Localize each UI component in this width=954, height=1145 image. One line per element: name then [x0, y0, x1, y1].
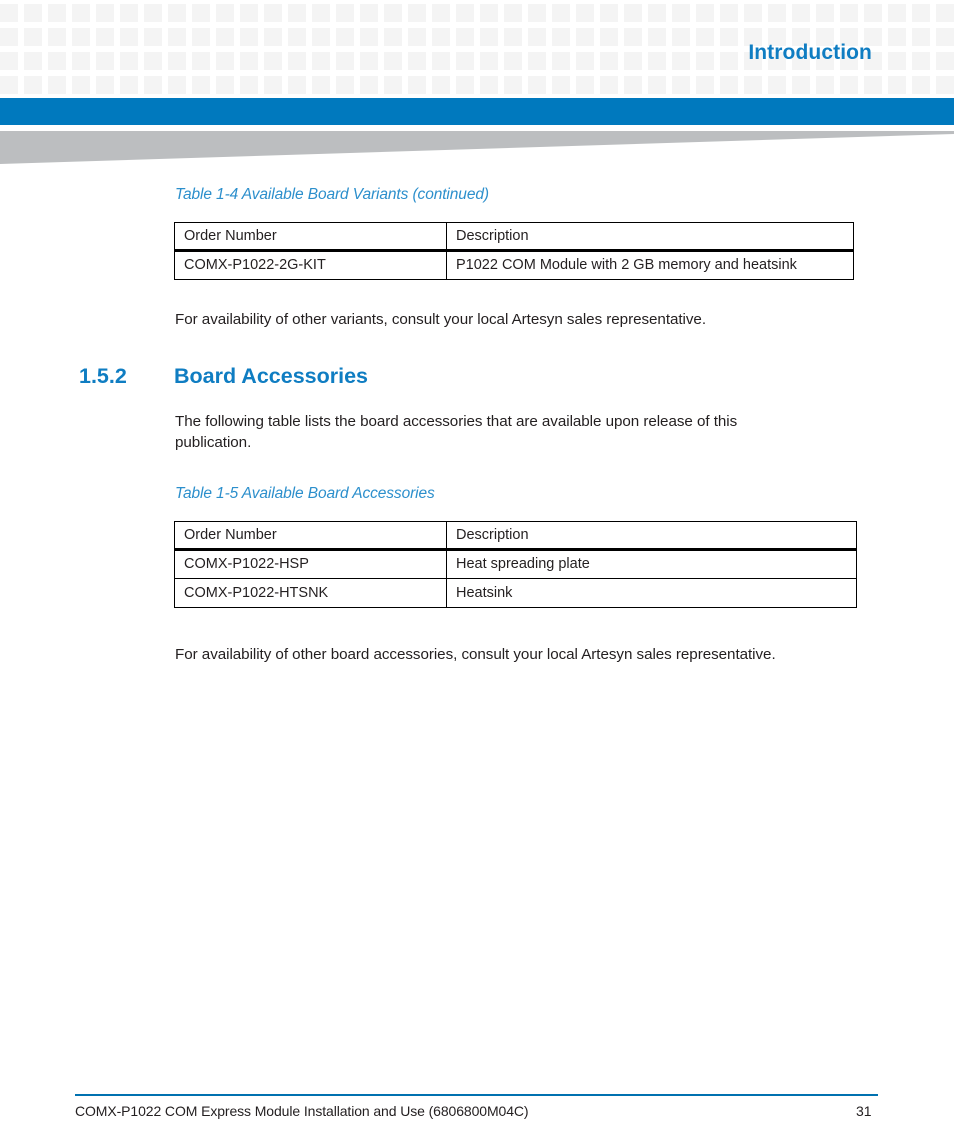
section-title: Board Accessories	[174, 364, 368, 388]
cell-order-number: COMX-P1022-2G-KIT	[174, 250, 447, 280]
column-header-description: Description	[446, 222, 854, 252]
table-row: COMX-P1022-HTSNK Heatsink	[174, 578, 857, 608]
table-row: COMX-P1022-HSP Heat spreading plate	[174, 549, 857, 579]
table-caption-1-5: Table 1-5 Available Board Accessories	[175, 485, 435, 502]
column-header-description: Description	[446, 521, 857, 551]
header-gray-wedge	[0, 131, 954, 169]
cell-description: P1022 COM Module with 2 GB memory and he…	[446, 250, 854, 280]
table-available-board-variants: Order Number Description COMX-P1022-2G-K…	[174, 222, 854, 280]
table-header-row: Order Number Description	[174, 222, 854, 252]
table-header-row: Order Number Description	[174, 521, 857, 551]
footer-divider	[75, 1094, 878, 1096]
section-heading-board-accessories: 1.5.2 Board Accessories	[79, 364, 368, 388]
table-caption-1-4: Table 1-4 Available Board Variants (cont…	[175, 186, 489, 203]
header-chapter-title: Introduction	[748, 41, 872, 64]
table-available-board-accessories: Order Number Description COMX-P1022-HSP …	[174, 521, 857, 608]
column-header-order-number: Order Number	[174, 222, 447, 252]
section-number: 1.5.2	[79, 364, 127, 388]
cell-description: Heatsink	[446, 578, 857, 608]
paragraph-accessories-availability: For availability of other board accessor…	[175, 646, 776, 663]
cell-description: Heat spreading plate	[446, 549, 857, 579]
page-footer: COMX-P1022 COM Express Module Installati…	[0, 1085, 954, 1145]
paragraph-variants-availability: For availability of other variants, cons…	[175, 311, 706, 328]
paragraph-following-table: The following table lists the board acce…	[175, 413, 738, 451]
column-header-order-number: Order Number	[174, 521, 447, 551]
page-header: Introduction	[0, 0, 954, 96]
header-grid-row	[0, 76, 954, 94]
header-blue-bar	[0, 98, 954, 125]
cell-order-number: COMX-P1022-HSP	[174, 549, 447, 579]
footer-page-number: 31	[856, 1103, 872, 1119]
header-grid-row	[0, 4, 954, 22]
footer-document-title: COMX-P1022 COM Express Module Installati…	[75, 1103, 529, 1119]
table-row: COMX-P1022-2G-KIT P1022 COM Module with …	[174, 250, 854, 280]
cell-order-number: COMX-P1022-HTSNK	[174, 578, 447, 608]
